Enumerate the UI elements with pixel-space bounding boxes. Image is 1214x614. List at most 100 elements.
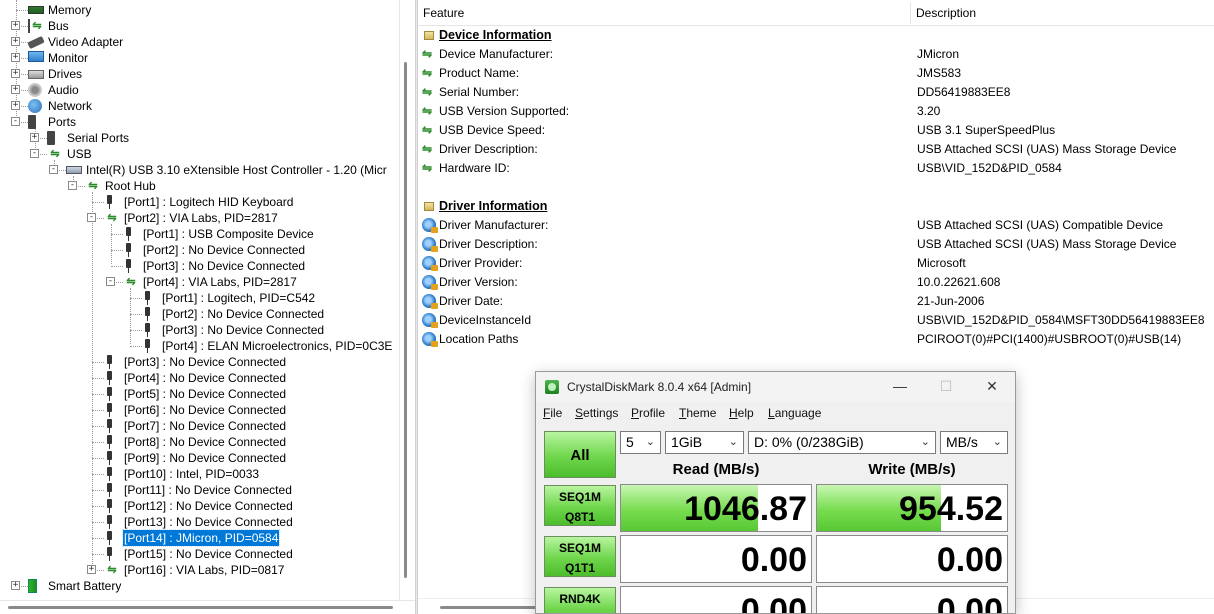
section-icon bbox=[424, 31, 434, 40]
test-button[interactable]: RND4K bbox=[544, 587, 616, 613]
menu-item[interactable]: Profile bbox=[631, 402, 665, 424]
property-row[interactable]: ⇋ Device Manufacturer: JMicron bbox=[418, 45, 1214, 64]
menu-item[interactable]: Theme bbox=[679, 402, 716, 424]
tree-item[interactable]: [Port1] : Logitech HID Keyboard bbox=[0, 194, 399, 210]
collapse-icon[interactable]: - bbox=[11, 117, 20, 126]
property-row[interactable]: ⇋ Serial Number: DD56419883EE8 bbox=[418, 83, 1214, 102]
test-button[interactable]: SEQ1M Q1T1 bbox=[544, 536, 616, 577]
tree-item[interactable]: + Smart Battery bbox=[0, 578, 399, 594]
tree-item[interactable]: [Port8] : No Device Connected bbox=[0, 434, 399, 450]
menu-item[interactable]: Settings bbox=[575, 402, 618, 424]
expand-icon[interactable]: + bbox=[87, 565, 96, 574]
tree-item[interactable]: [Port1] : Logitech, PID=C542 bbox=[0, 290, 399, 306]
tree-item[interactable]: - ⇋ Root Hub bbox=[0, 178, 399, 194]
property-row[interactable]: ⇋ USB Version Supported: 3.20 bbox=[418, 102, 1214, 121]
column-header-description[interactable]: Description bbox=[911, 0, 976, 26]
property-row[interactable]: Driver Provider: Microsoft bbox=[418, 254, 1214, 273]
test-count-select[interactable]: 5 ⌄ bbox=[620, 431, 661, 454]
expand-icon[interactable]: + bbox=[30, 133, 39, 142]
tree-item[interactable]: [Port2] : No Device Connected bbox=[0, 306, 399, 322]
tree-item[interactable]: [Port11] : No Device Connected bbox=[0, 482, 399, 498]
expand-icon[interactable]: + bbox=[11, 101, 20, 110]
collapse-icon[interactable]: - bbox=[68, 181, 77, 190]
section-header[interactable]: Driver Information bbox=[418, 197, 1214, 216]
tree-item[interactable]: [Port10] : Intel, PID=0033 bbox=[0, 466, 399, 482]
collapse-icon[interactable]: - bbox=[30, 149, 39, 158]
tree-item[interactable]: - ⇋ [Port4] : VIA Labs, PID=2817 bbox=[0, 274, 399, 290]
tree-item[interactable]: + Network bbox=[0, 98, 399, 114]
battery-icon bbox=[28, 579, 37, 593]
collapse-icon[interactable]: - bbox=[106, 277, 115, 286]
tree-item[interactable]: [Port6] : No Device Connected bbox=[0, 402, 399, 418]
expand-icon[interactable]: + bbox=[11, 21, 20, 30]
property-row[interactable]: ⇋ Hardware ID: USB\VID_152D&PID_0584 bbox=[418, 159, 1214, 178]
expand-icon[interactable]: + bbox=[11, 37, 20, 46]
cdm-title-bar[interactable]: CrystalDiskMark 8.0.4 x64 [Admin] — ☐ ✕ bbox=[536, 372, 1015, 402]
tree-item[interactable]: + Monitor bbox=[0, 50, 399, 66]
expand-icon[interactable]: + bbox=[11, 53, 20, 62]
maximize-button[interactable]: ☐ bbox=[923, 372, 969, 402]
test-params: Q1T1 bbox=[564, 561, 595, 575]
collapse-icon[interactable]: - bbox=[87, 213, 96, 222]
tree-item[interactable]: [Port5] : No Device Connected bbox=[0, 386, 399, 402]
property-row[interactable]: Driver Description: USB Attached SCSI (UA… bbox=[418, 235, 1214, 254]
column-header-feature[interactable]: Feature bbox=[418, 0, 464, 26]
unit-select[interactable]: MB/s ⌄ bbox=[940, 431, 1008, 454]
tree-item-label: [Port1] : Logitech HID Keyboard bbox=[124, 195, 294, 209]
tree-item[interactable]: + ⇋ [Port16] : VIA Labs, PID=0817 bbox=[0, 562, 399, 578]
tree-item[interactable]: Memory bbox=[0, 2, 399, 18]
property-row[interactable]: ⇋ Product Name: JMS583 bbox=[418, 64, 1214, 83]
tree-item[interactable]: [Port3] : No Device Connected bbox=[0, 258, 399, 274]
tree-item[interactable]: + Audio bbox=[0, 82, 399, 98]
all-tests-button[interactable]: All bbox=[544, 431, 616, 478]
collapse-icon[interactable]: - bbox=[49, 165, 58, 174]
tree-item[interactable]: [Port13] : No Device Connected bbox=[0, 514, 399, 530]
tree-item[interactable]: [Port9] : No Device Connected bbox=[0, 450, 399, 466]
test-button[interactable]: SEQ1M Q8T1 bbox=[544, 485, 616, 526]
device-tree[interactable]: Memory + ⇋ Bus + Video Adapter + Monitor + Drives… bbox=[0, 0, 399, 600]
section-header[interactable]: Device Information bbox=[418, 26, 1214, 45]
property-row[interactable]: Driver Manufacturer: USB Attached SCSI (U… bbox=[418, 216, 1214, 235]
property-row[interactable]: Driver Version: 10.0.22621.608 bbox=[418, 273, 1214, 292]
minimize-button[interactable]: — bbox=[877, 372, 923, 402]
drive-select[interactable]: D: 0% (0/238GiB) ⌄ bbox=[748, 431, 936, 454]
tree-item[interactable]: [Port4] : No Device Connected bbox=[0, 370, 399, 386]
test-size-select[interactable]: 1GiB ⌄ bbox=[665, 431, 744, 454]
tree-item[interactable]: [Port3] : No Device Connected bbox=[0, 354, 399, 370]
expand-icon[interactable]: + bbox=[11, 581, 20, 590]
tree-item[interactable]: [Port7] : No Device Connected bbox=[0, 418, 399, 434]
tree-horizontal-scroll-thumb[interactable] bbox=[8, 606, 393, 609]
tree-item[interactable]: [Port12] : No Device Connected bbox=[0, 498, 399, 514]
tree-item[interactable]: + Serial Ports bbox=[0, 130, 399, 146]
details-horizontal-scroll-thumb[interactable] bbox=[440, 606, 550, 609]
menu-item[interactable]: Language bbox=[768, 402, 821, 424]
tree-vertical-scrollbar[interactable] bbox=[399, 0, 415, 600]
tree-item[interactable]: [Port4] : ELAN Microelectronics, PID=0C3… bbox=[0, 338, 399, 354]
property-row[interactable]: DeviceInstanceId USB\VID_152D&PID_0584\MS… bbox=[418, 311, 1214, 330]
usb-icon: ⇋ bbox=[422, 66, 433, 80]
tree-item[interactable]: + Drives bbox=[0, 66, 399, 82]
tree-item[interactable]: [Port15] : No Device Connected bbox=[0, 546, 399, 562]
property-row[interactable]: Location Paths PCIROOT(0)#PCI(1400)#USBRO… bbox=[418, 330, 1214, 349]
menu-item[interactable]: File bbox=[543, 402, 562, 424]
tree-item[interactable]: + ⇋ Bus bbox=[0, 18, 399, 34]
property-row[interactable]: Driver Date: 21-Jun-2006 bbox=[418, 292, 1214, 311]
tree-item[interactable]: - ⇋ [Port2] : VIA Labs, PID=2817 bbox=[0, 210, 399, 226]
tree-item[interactable]: - Intel(R) USB 3.10 eXtensible Host Contr… bbox=[0, 162, 399, 178]
expand-icon[interactable]: + bbox=[11, 85, 20, 94]
tree-item[interactable]: - ⇋ USB bbox=[0, 146, 399, 162]
tree-item[interactable]: [Port2] : No Device Connected bbox=[0, 242, 399, 258]
tree-item[interactable]: [Port3] : No Device Connected bbox=[0, 322, 399, 338]
tree-item[interactable]: [Port14] : JMicron, PID=0584 bbox=[0, 529, 399, 547]
property-row[interactable]: ⇋ Driver Description: USB Attached SCSI (U… bbox=[418, 140, 1214, 159]
tree-item[interactable]: + Video Adapter bbox=[0, 34, 399, 50]
tree-vertical-scroll-thumb[interactable] bbox=[404, 62, 407, 578]
close-button[interactable]: ✕ bbox=[969, 372, 1015, 402]
expand-icon[interactable]: + bbox=[11, 69, 20, 78]
menu-item[interactable]: Help bbox=[729, 402, 754, 424]
tree-item[interactable]: [Port1] : USB Composite Device bbox=[0, 226, 399, 242]
tree-horizontal-scrollbar[interactable] bbox=[0, 600, 415, 614]
tree-item[interactable]: - Ports bbox=[0, 114, 399, 130]
property-row[interactable]: ⇋ USB Device Speed: USB 3.1 SuperSpeedPlus bbox=[418, 121, 1214, 140]
cdm-menu-bar: File Settings Profile Theme Help Language bbox=[536, 402, 1015, 424]
